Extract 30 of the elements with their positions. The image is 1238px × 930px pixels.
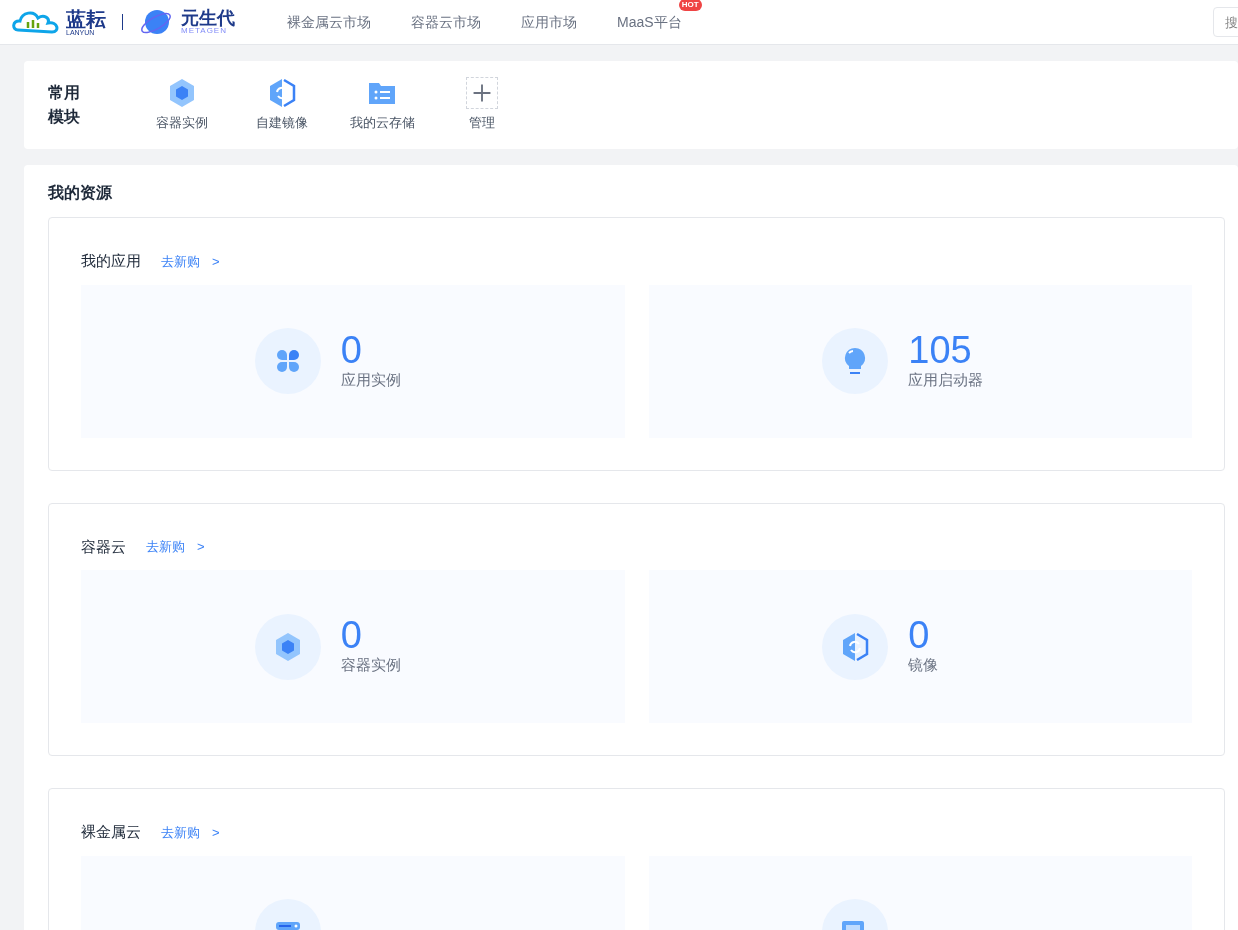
module-shortcut[interactable]: 我的云存储 — [332, 77, 432, 133]
module-shortcut[interactable]: 容器实例 — [132, 77, 232, 133]
nav-link[interactable]: MaaS平台 — [597, 11, 702, 33]
stat-value: 105 — [908, 330, 973, 369]
stat-value: 0 — [908, 616, 931, 655]
buy-link[interactable]: 去新购 > — [161, 822, 220, 842]
search-field[interactable]: 搜 — [1213, 7, 1238, 37]
section-title: 裸金属云 — [81, 822, 141, 842]
stat-label: 应用启动器 — [908, 369, 985, 390]
plus-icon — [466, 77, 498, 110]
product-subtitle: METAGEN — [181, 27, 227, 35]
nav-link[interactable]: 裸金属云市场 — [267, 11, 391, 33]
brand-name: 蓝耘 — [66, 8, 106, 29]
buy-link[interactable]: 去新购 > — [146, 537, 205, 557]
resources-title: 我的资源 — [48, 184, 112, 201]
buy-link[interactable]: 去新购 > — [161, 251, 220, 271]
stat-value: 0 — [340, 330, 363, 369]
nav-link[interactable]: 应用市场 — [501, 11, 597, 33]
section-title: 我的应用 — [81, 251, 141, 271]
section-title: 容器云 — [81, 536, 126, 557]
quick-modules-title: 常用模块 — [48, 83, 81, 127]
hot-badge: HOT — [678, 0, 702, 11]
product-name: 元生代 — [181, 9, 235, 27]
nav-link[interactable]: 容器云市场 — [391, 11, 501, 33]
stat-label: 应用实例 — [340, 369, 402, 390]
stat-value: 0 — [340, 616, 363, 655]
module-shortcut[interactable]: 自建镜像 — [232, 77, 332, 133]
module-shortcut[interactable]: 管理 — [432, 77, 532, 133]
stat-label: 镜像 — [908, 655, 940, 676]
stat-label: 容器实例 — [340, 655, 402, 676]
